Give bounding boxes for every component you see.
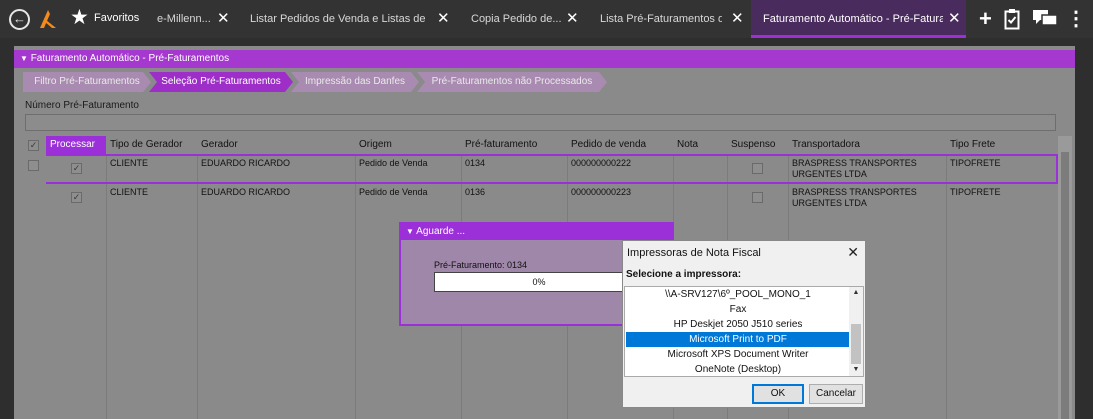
- cell-transportadora: BRASPRESS TRANSPORTES: [792, 187, 917, 197]
- printer-dialog-title: Impressoras de Nota Fiscal: [627, 247, 761, 259]
- close-icon[interactable]: ✕: [437, 0, 450, 38]
- cell-transportadora-line2: URGENTES LTDA: [792, 169, 867, 179]
- step-selecao[interactable]: Seleção Pré-Faturamentos: [149, 72, 293, 92]
- printer-item[interactable]: Fax: [626, 302, 850, 317]
- tab-emillennium[interactable]: e-Millenn... ✕: [157, 0, 232, 38]
- col-header-nota[interactable]: Nota: [673, 136, 727, 154]
- add-icon[interactable]: +: [979, 8, 992, 30]
- processar-checkbox[interactable]: ✓: [71, 192, 82, 203]
- cell-tipo-frete: TIPOFRETE: [950, 187, 1001, 197]
- scrollbar-thumb[interactable]: [851, 324, 861, 364]
- tab-label: Lista Pré-Faturamentos d...: [600, 13, 722, 25]
- printer-item[interactable]: \\A-SRV127\6º_POOL_MONO_1: [626, 287, 850, 302]
- close-icon[interactable]: ✕: [731, 0, 744, 38]
- progress-bar: 0%: [434, 272, 644, 292]
- col-divider: [946, 154, 947, 419]
- col-divider: [197, 154, 198, 419]
- aguarde-title-bar: ▼ Aguarde ...: [401, 224, 672, 240]
- cell-tipo-frete: TIPOFRETE: [950, 158, 1001, 168]
- col-header-pre-faturamento[interactable]: Pré-faturamento: [461, 136, 567, 154]
- step-filtro[interactable]: Filtro Pré-Faturamentos: [23, 72, 151, 92]
- printer-item-selected[interactable]: Microsoft Print to PDF: [626, 332, 850, 347]
- close-icon[interactable]: ✕: [948, 0, 961, 35]
- tab-listar-pedidos[interactable]: Listar Pedidos de Venda e Listas de Ca..…: [250, 0, 450, 38]
- cell-tipo: CLIENTE: [110, 187, 149, 197]
- printer-item[interactable]: OneNote (Desktop): [626, 362, 850, 376]
- col-header-transportadora[interactable]: Transportadora: [788, 136, 946, 154]
- window-title: Faturamento Automático - Pré-Faturamento…: [30, 53, 230, 64]
- scroll-up-icon[interactable]: ▲: [849, 289, 863, 296]
- collapse-icon: ▼: [406, 227, 414, 236]
- cell-tipo: CLIENTE: [110, 158, 149, 168]
- window-title-bar: ▼ Faturamento Automático - Pré-Faturamen…: [14, 50, 1075, 68]
- tab-copia-pedido[interactable]: Copia Pedido de... ✕: [471, 0, 581, 38]
- star-icon[interactable]: ★: [70, 6, 89, 30]
- cell-gerador: EDUARDO RICARDO: [201, 158, 291, 168]
- col-header-tipo-gerador[interactable]: Tipo de Gerador: [106, 136, 197, 154]
- col-header-origem[interactable]: Origem: [355, 136, 461, 154]
- printer-select-label: Selecione a impressora:: [626, 269, 742, 280]
- col-header-suspenso[interactable]: Suspenso: [727, 136, 788, 154]
- col-divider: [355, 154, 356, 419]
- scroll-down-icon[interactable]: ▼: [849, 366, 863, 373]
- cell-gerador: EDUARDO RICARDO: [201, 187, 291, 197]
- aguarde-label: Pré-Faturamento: 0134: [434, 260, 528, 270]
- more-icon[interactable]: ⋮: [1066, 8, 1086, 30]
- cell-pre-faturamento: 0134: [465, 158, 486, 168]
- step-nao-processados[interactable]: Pré-Faturamentos não Processados: [417, 72, 607, 92]
- printer-item[interactable]: HP Deskjet 2050 J510 series: [626, 317, 850, 332]
- cell-pedido: 000000000222: [571, 158, 632, 168]
- col-header-tipo-frete[interactable]: Tipo Frete: [946, 136, 1058, 154]
- grid-scrollbar[interactable]: [1058, 136, 1072, 419]
- tab-faturamento-automatico[interactable]: Faturamento Automático - Pré-Fatura... ✕: [751, 0, 966, 38]
- cell-origem: Pedido de Venda: [359, 187, 428, 197]
- scrollbar-thumb[interactable]: [1061, 152, 1069, 419]
- col-header-pedido-venda[interactable]: Pedido de venda: [567, 136, 673, 154]
- printer-item[interactable]: Microsoft XPS Document Writer: [626, 347, 850, 362]
- tab-label: e-Millenn...: [157, 13, 211, 25]
- numero-input[interactable]: [25, 114, 1056, 131]
- col-divider: [106, 154, 107, 419]
- cancel-button[interactable]: Cancelar: [809, 384, 863, 404]
- processar-checkbox[interactable]: ✓: [71, 163, 82, 174]
- tab-label: Faturamento Automático - Pré-Fatura...: [763, 13, 943, 25]
- ok-button[interactable]: OK: [752, 384, 804, 404]
- chat-icon[interactable]: [1033, 8, 1057, 28]
- close-icon[interactable]: ✕: [566, 0, 579, 38]
- clipboard-icon[interactable]: [1004, 8, 1020, 30]
- close-icon[interactable]: ✕: [847, 244, 859, 261]
- favorites-label[interactable]: Favoritos: [94, 12, 139, 24]
- tab-label: Listar Pedidos de Venda e Listas de Ca..…: [250, 13, 428, 25]
- collapse-icon[interactable]: ▼: [20, 54, 28, 63]
- tab-lista-pre-faturamentos[interactable]: Lista Pré-Faturamentos d... ✕: [600, 0, 745, 38]
- row-select-checkbox[interactable]: [28, 160, 39, 171]
- back-icon[interactable]: ←: [9, 9, 30, 30]
- tab-label: Copia Pedido de...: [471, 13, 562, 25]
- suspenso-checkbox[interactable]: [752, 192, 763, 203]
- cell-transportadora-line2: URGENTES LTDA: [792, 198, 867, 208]
- logo-icon: [40, 10, 56, 28]
- col-header-gerador[interactable]: Gerador: [197, 136, 355, 154]
- close-icon[interactable]: ✕: [217, 0, 230, 38]
- aguarde-title: Aguarde ...: [416, 226, 466, 237]
- step-impressao[interactable]: Impressão das Danfes: [291, 72, 419, 92]
- printer-dialog: Impressoras de Nota Fiscal ✕ Selecione a…: [622, 240, 866, 408]
- cell-pre-faturamento: 0136: [465, 187, 486, 197]
- cell-transportadora: BRASPRESS TRANSPORTES: [792, 158, 917, 168]
- printer-list-scrollbar[interactable]: ▲ ▼: [849, 287, 863, 376]
- numero-label: Número Pré-Faturamento: [25, 100, 139, 111]
- tab-bar: ← ★ Favoritos e-Millenn... ✕ Listar Pedi…: [0, 0, 1093, 38]
- suspenso-checkbox[interactable]: [752, 163, 763, 174]
- select-all-checkbox[interactable]: ✓: [28, 140, 39, 151]
- col-header-processar[interactable]: Processar: [46, 136, 106, 154]
- cell-origem: Pedido de Venda: [359, 158, 428, 168]
- cell-pedido: 000000000223: [571, 187, 632, 197]
- printer-list[interactable]: \\A-SRV127\6º_POOL_MONO_1 Fax HP Deskjet…: [624, 286, 864, 377]
